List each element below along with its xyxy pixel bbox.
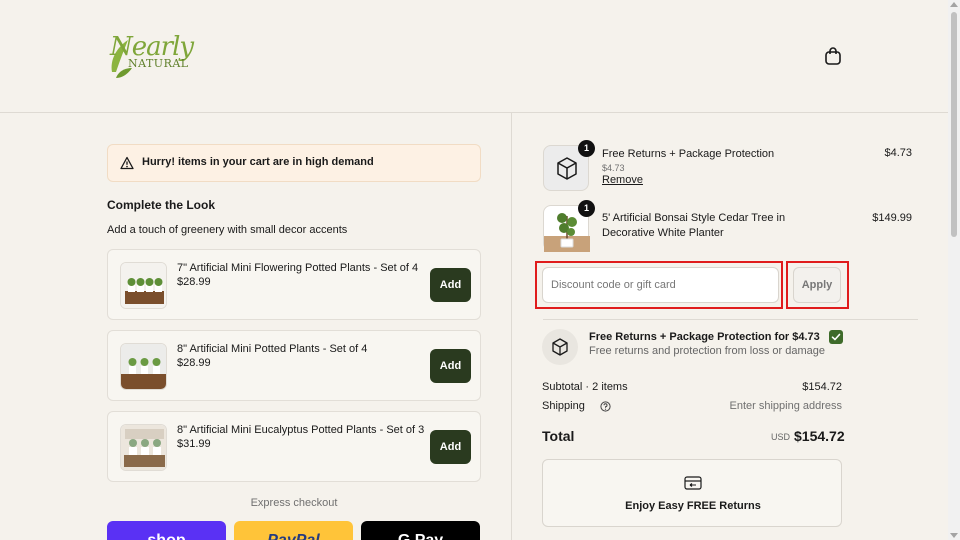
upsell-product: 8" Artificial Mini Potted Plants - Set o… (107, 330, 481, 401)
store-logo[interactable]: Nearly NATURAL (108, 32, 194, 80)
total-label: Total (542, 428, 575, 444)
protection-checkbox[interactable] (829, 330, 843, 344)
apply-button[interactable]: Apply (793, 267, 841, 303)
product-image (120, 424, 167, 471)
remove-link[interactable]: Remove (602, 174, 643, 186)
product-name: 8" Artificial Mini Eucalyptus Potted Pla… (177, 424, 425, 436)
cart-item-name: Free Returns + Package Protection (602, 148, 775, 160)
upsell-column: Hurry! items in your cart are in high de… (0, 113, 512, 540)
scroll-down-arrow[interactable] (950, 533, 958, 538)
add-button[interactable]: Add (430, 268, 471, 302)
total-value: $154.72 (794, 428, 845, 444)
product-image (120, 343, 167, 390)
section-title: Complete the Look (107, 198, 216, 212)
quantity-badge: 1 (578, 140, 595, 157)
order-summary: 1 Free Returns + Package Protection $4.7… (513, 113, 948, 540)
currency-code: USD (771, 432, 791, 442)
google-pay-button[interactable]: G Pay (361, 521, 480, 540)
product-price: $31.99 (177, 438, 211, 450)
protection-title: Free Returns + Package Protection for $4… (589, 331, 820, 343)
cart-item-price: $4.73 (884, 147, 912, 159)
add-button[interactable]: Add (430, 349, 471, 383)
alert-text: Hurry! items in your cart are in high de… (142, 156, 374, 168)
demand-alert: Hurry! items in your cart are in high de… (107, 144, 481, 182)
discount-code-input[interactable]: Discount code or gift card (542, 267, 779, 303)
shipping-row: Shipping Enter shipping address (542, 400, 842, 412)
express-checkout-label: Express checkout (250, 497, 338, 509)
protection-subtitle: Free returns and protection from loss or… (589, 345, 826, 357)
shop-pay-button[interactable]: shop (107, 521, 226, 540)
upsell-product: 7" Artificial Mini Flowering Potted Plan… (107, 249, 481, 320)
shopping-bag-icon[interactable] (824, 46, 842, 66)
checkmark-icon (831, 333, 841, 341)
product-price: $28.99 (177, 357, 211, 369)
easy-returns-card: Enjoy Easy FREE Returns (542, 459, 842, 527)
product-name: 7" Artificial Mini Flowering Potted Plan… (177, 262, 419, 274)
shipping-value: Enter shipping address (729, 400, 842, 412)
quantity-badge: 1 (578, 200, 595, 217)
return-box-icon (684, 476, 702, 490)
easy-returns-text: Enjoy Easy FREE Returns (625, 500, 761, 512)
cart-item-name: 5' Artificial Bonsai Style Cedar Tree in… (602, 212, 786, 239)
upsell-product: 8" Artificial Mini Eucalyptus Potted Pla… (107, 411, 481, 482)
shipping-label: Shipping (542, 400, 585, 412)
scrollbar-thumb[interactable] (951, 12, 957, 237)
logo-subtext: NATURAL (128, 57, 189, 70)
product-price: $28.99 (177, 276, 211, 288)
subtotal-row: Subtotal · 2 items $154.72 (542, 381, 842, 393)
help-icon[interactable] (600, 401, 611, 412)
page-scrollbar[interactable] (948, 0, 960, 540)
add-button[interactable]: Add (430, 430, 471, 464)
product-image (120, 262, 167, 309)
header: Nearly NATURAL (0, 0, 948, 113)
package-protection-icon (542, 329, 578, 365)
section-subtitle: Add a touch of greenery with small decor… (107, 224, 348, 236)
scroll-up-arrow[interactable] (950, 2, 958, 7)
divider (543, 319, 918, 320)
subtotal-label: Subtotal · 2 items (542, 381, 628, 393)
warning-icon (120, 156, 134, 170)
cart-item-unit-price: $4.73 (602, 163, 625, 173)
product-name: 8" Artificial Mini Potted Plants - Set o… (177, 343, 368, 355)
paypal-button[interactable]: PayPal (234, 521, 353, 540)
cart-item-price: $149.99 (872, 212, 912, 224)
subtotal-value: $154.72 (802, 381, 842, 393)
